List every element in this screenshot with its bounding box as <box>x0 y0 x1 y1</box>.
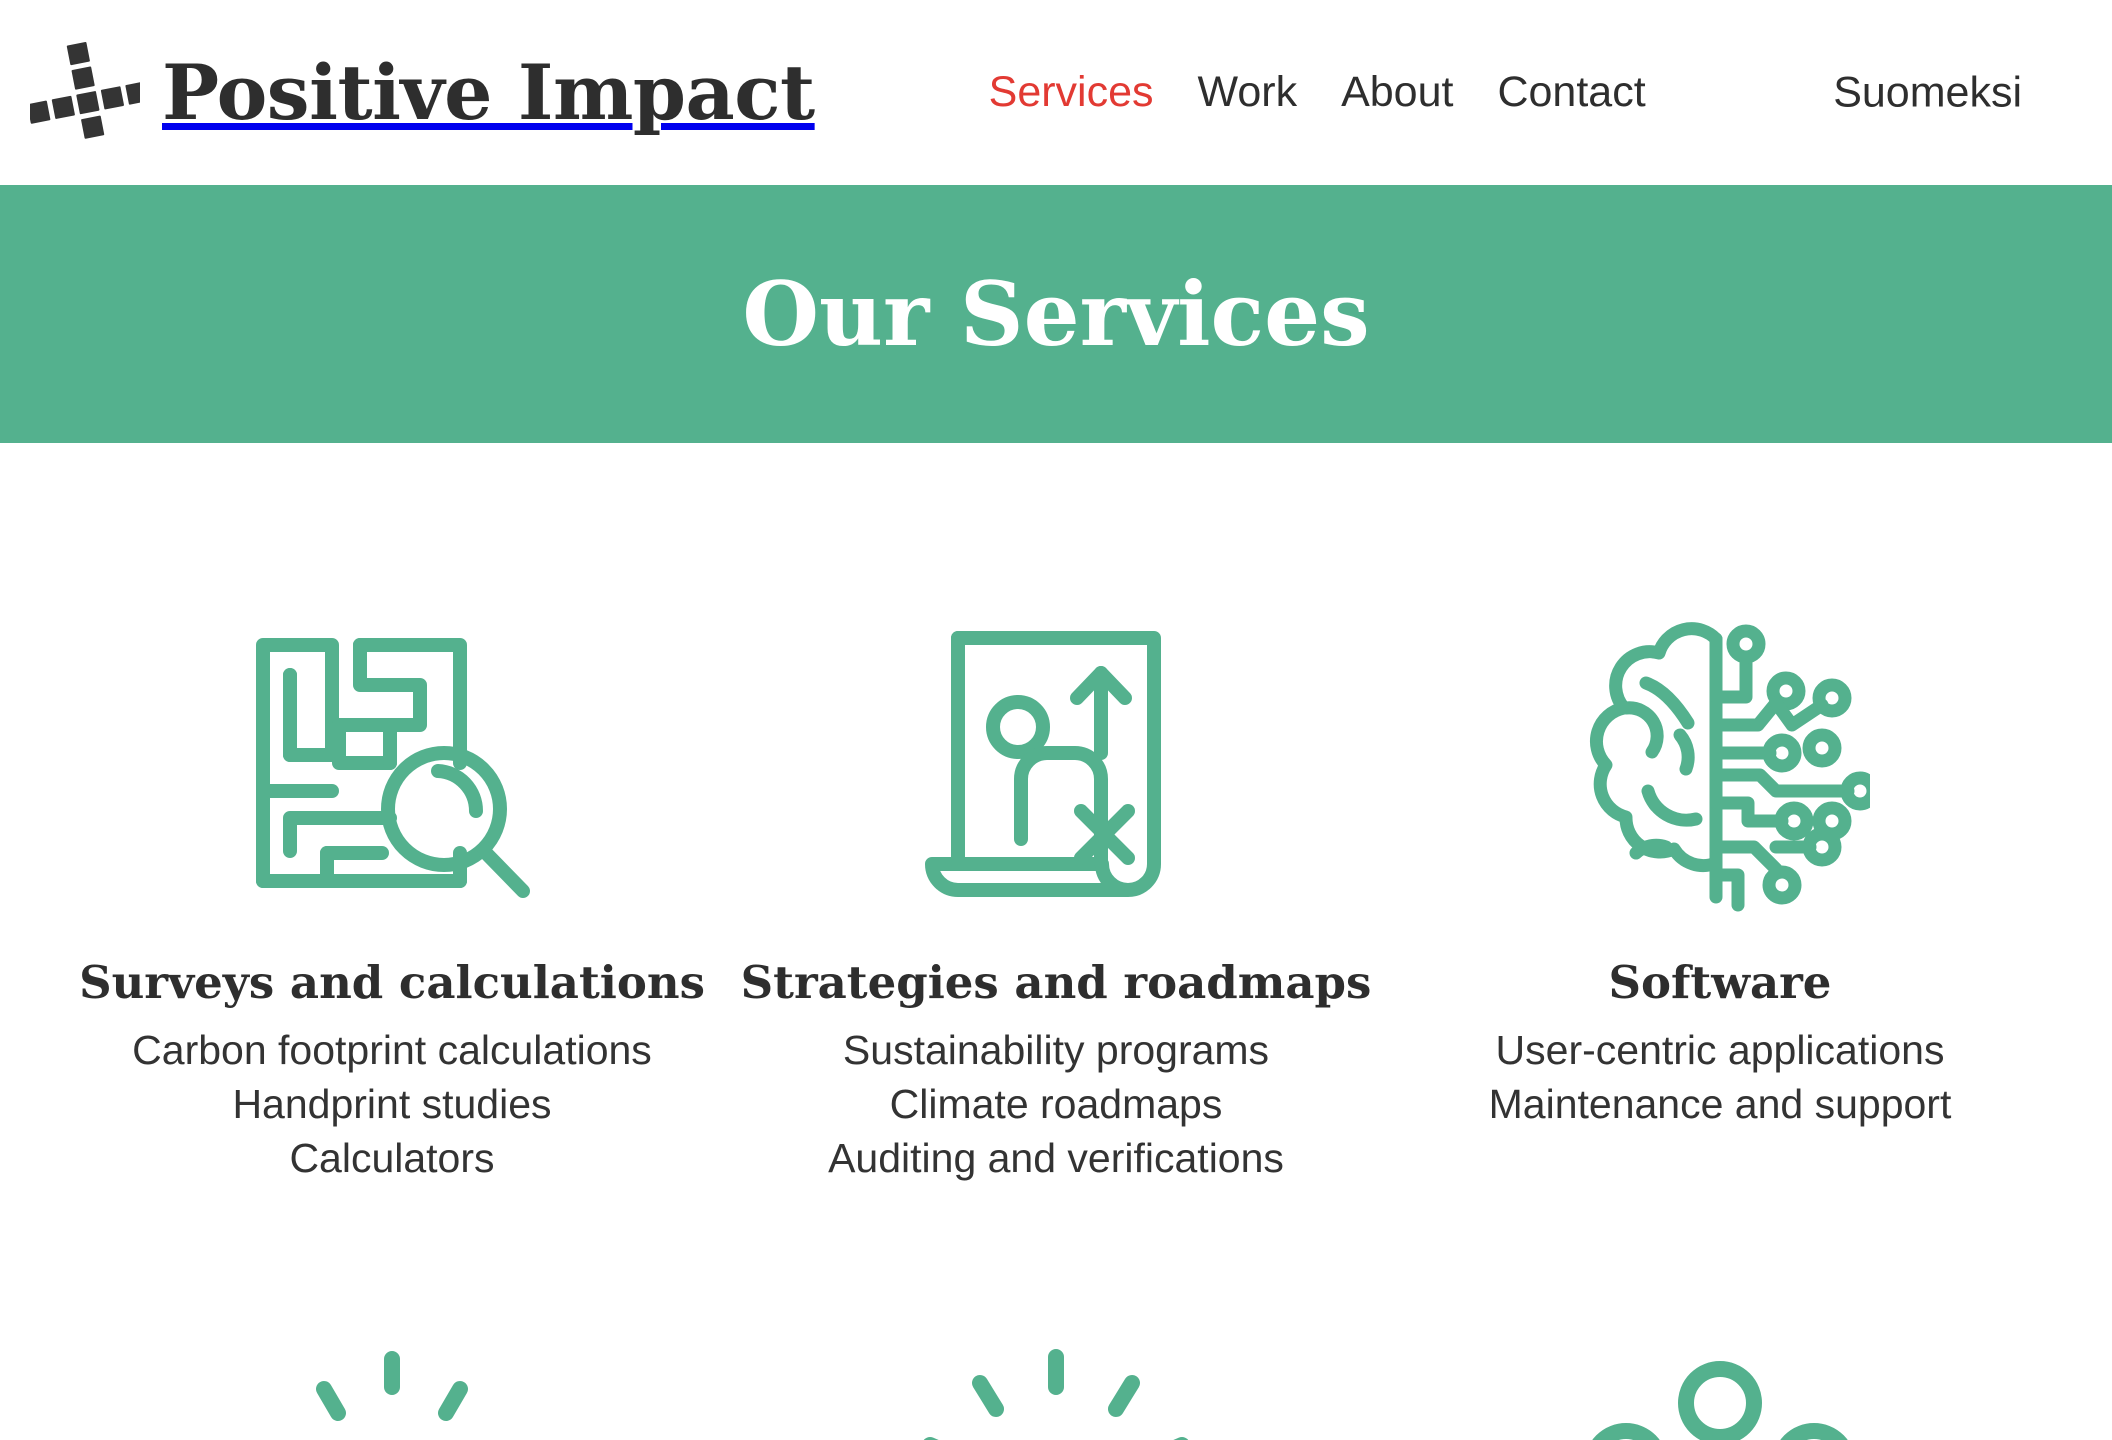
service-card-row2-3[interactable] <box>1388 1345 2052 1440</box>
service-item: Climate roadmaps <box>889 1080 1223 1127</box>
service-item: Auditing and verifications <box>828 1134 1284 1181</box>
brand-name: Positive Impact <box>162 47 815 137</box>
service-item: Maintenance and support <box>1488 1080 1952 1127</box>
network-nodes-magnifier-icon <box>1570 1345 1870 1440</box>
services-row-1: Surveys and calculations Carbon footprin… <box>60 613 2052 1185</box>
service-item-list: Sustainability programs Climate roadmaps… <box>828 1023 1284 1185</box>
service-item: Handprint studies <box>232 1080 552 1127</box>
service-item: Carbon footprint calculations <box>132 1026 652 1073</box>
brand-logo-link[interactable]: Positive Impact <box>27 37 815 149</box>
main-navigation: Services Work About Contact <box>989 71 1646 114</box>
nav-item-about[interactable]: About <box>1341 71 1453 114</box>
maze-magnifier-icon <box>242 613 542 913</box>
ai-brain-circuit-icon <box>1570 613 1870 913</box>
language-switch-link[interactable]: Suomeksi <box>1833 71 2022 114</box>
service-card-surveys-and-calculations[interactable]: Surveys and calculations Carbon footprin… <box>60 613 724 1185</box>
service-card-software[interactable]: Software User-centric applications Maint… <box>1388 613 2052 1185</box>
service-item: Sustainability programs <box>842 1026 1270 1073</box>
service-title: Strategies and roadmaps <box>740 956 1372 1009</box>
service-card-strategies-and-roadmaps[interactable]: Strategies and roadmaps Sustainability p… <box>724 613 1388 1185</box>
site-header: Positive Impact Services Work About Cont… <box>0 0 2112 185</box>
sun-rays-icon <box>906 1345 1206 1440</box>
nav-item-services[interactable]: Services <box>989 71 1154 114</box>
service-card-row2-1[interactable] <box>60 1345 724 1440</box>
services-section: Surveys and calculations Carbon footprin… <box>0 613 2112 1440</box>
dashed-plus-mark-icon <box>27 37 149 149</box>
nav-item-contact[interactable]: Contact <box>1497 71 1645 114</box>
page-title: Our Services <box>742 262 1370 366</box>
service-item: User-centric applications <box>1495 1026 1945 1073</box>
nav-item-work[interactable]: Work <box>1198 71 1298 114</box>
service-item-list: Carbon footprint calculations Handprint … <box>132 1023 652 1185</box>
service-card-row2-2[interactable] <box>724 1345 1388 1440</box>
services-row-2 <box>60 1345 2052 1440</box>
service-item: Calculators <box>289 1134 495 1181</box>
page-banner: Our Services <box>0 185 2112 443</box>
strategy-playbook-icon <box>906 613 1206 913</box>
lightbulb-rays-icon <box>242 1345 542 1440</box>
service-title: Software <box>1608 956 1832 1009</box>
service-item-list: User-centric applications Maintenance an… <box>1489 1023 1952 1131</box>
service-title: Surveys and calculations <box>79 956 705 1009</box>
